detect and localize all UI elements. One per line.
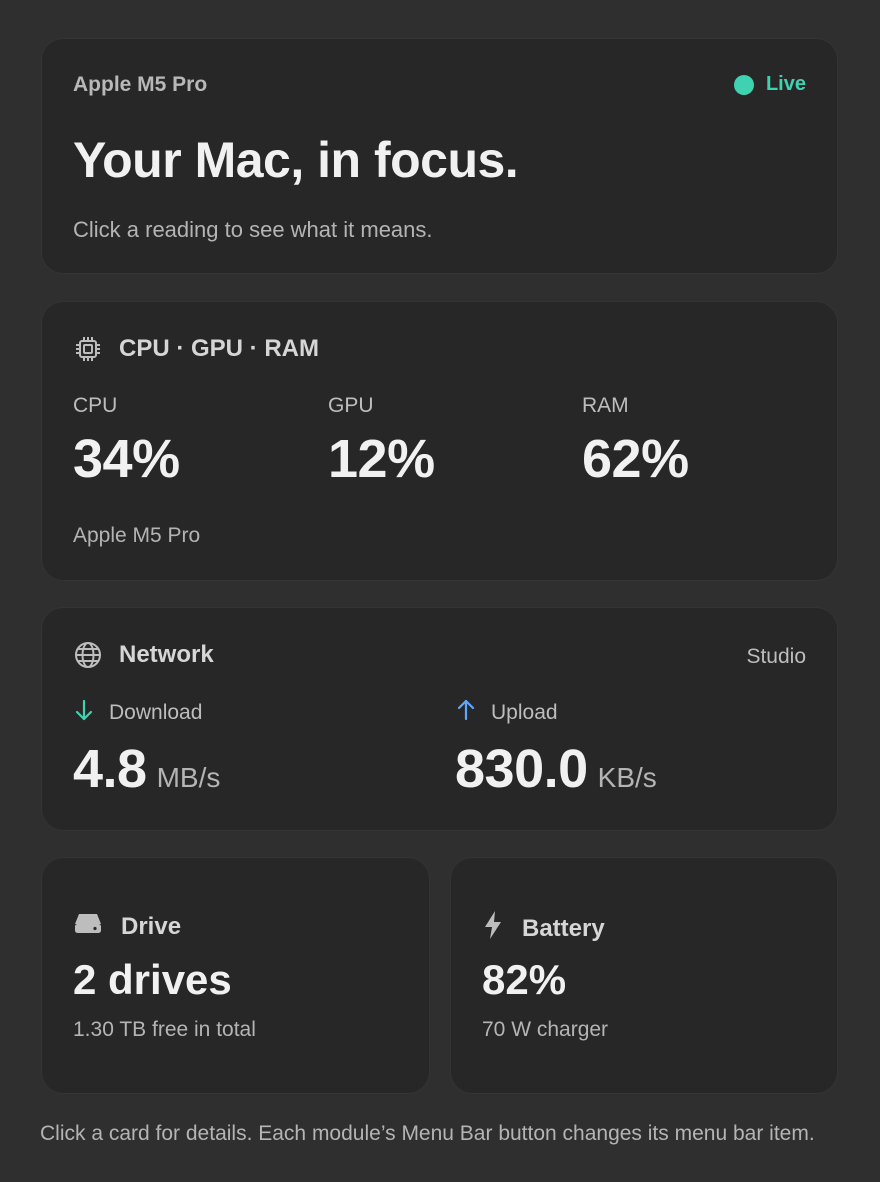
cpu-chip-name: Apple M5 Pro xyxy=(73,524,201,547)
metric-cpu[interactable]: CPU 34% xyxy=(73,394,180,490)
battery-card[interactable]: Battery 82% 70 W charger xyxy=(450,857,838,1094)
metric-label: CPU xyxy=(73,394,118,417)
upload-value: 830.0 KB/s xyxy=(455,738,657,800)
download-label-row: Download xyxy=(73,698,220,728)
page-title: Your Mac, in focus. xyxy=(73,132,519,188)
upload-label: Upload xyxy=(491,701,558,724)
arrow-down-icon xyxy=(73,698,95,728)
hero-card: Apple M5 Pro Live Your Mac, in focus. Cl… xyxy=(41,38,838,274)
cpu-gpu-ram-card[interactable]: CPU · GPU · RAM CPU 34% GPU 12% RAM 62% … xyxy=(41,301,838,581)
live-dot-icon xyxy=(733,74,754,95)
drive-card-header: Drive xyxy=(73,910,181,943)
network-location: Studio xyxy=(746,645,806,668)
cpu-card-header: CPU · GPU · RAM xyxy=(73,334,319,364)
cpu-card-title: CPU · GPU · RAM xyxy=(119,335,319,362)
globe-icon xyxy=(73,640,103,670)
download-reading[interactable]: Download 4.8 MB/s xyxy=(73,698,220,800)
chip-icon xyxy=(73,334,103,364)
metric-value: 12% xyxy=(328,429,435,489)
battery-level: 82% xyxy=(482,956,567,1003)
network-card-title: Network xyxy=(119,641,214,668)
upload-label-row: Upload xyxy=(455,698,657,728)
drive-icon xyxy=(73,910,103,943)
drive-card[interactable]: Drive 2 drives 1.30 TB free in total xyxy=(41,857,430,1094)
download-unit: MB/s xyxy=(156,762,221,793)
footer-hint: Click a card for details. Each module’s … xyxy=(40,1122,815,1145)
battery-charger: 70 W charger xyxy=(482,1018,609,1041)
metric-label: RAM xyxy=(582,394,629,417)
drive-card-title: Drive xyxy=(121,912,182,940)
download-value: 4.8 MB/s xyxy=(73,738,220,800)
page-subtitle: Click a reading to see what it means. xyxy=(73,217,433,242)
battery-card-title: Battery xyxy=(522,914,605,942)
metric-ram[interactable]: RAM 62% xyxy=(582,394,689,490)
drive-free-space: 1.30 TB free in total xyxy=(73,1018,256,1041)
chip-name: Apple M5 Pro xyxy=(73,73,208,96)
upload-number: 830.0 xyxy=(455,739,588,799)
network-card[interactable]: Network Studio Download 4.8 MB/s Upload … xyxy=(41,607,838,831)
metric-label: GPU xyxy=(328,394,374,417)
battery-card-header: Battery xyxy=(482,910,605,947)
live-indicator: Live xyxy=(733,73,806,96)
download-label: Download xyxy=(109,701,203,724)
drive-count: 2 drives xyxy=(73,956,232,1003)
bolt-icon xyxy=(482,910,504,947)
metric-value: 34% xyxy=(73,429,180,489)
arrow-up-icon xyxy=(455,698,477,728)
metric-value: 62% xyxy=(582,429,689,489)
download-number: 4.8 xyxy=(73,739,147,799)
network-card-header: Network xyxy=(73,640,214,670)
upload-unit: KB/s xyxy=(597,762,657,793)
live-label: Live xyxy=(765,73,806,95)
upload-reading[interactable]: Upload 830.0 KB/s xyxy=(455,698,657,800)
metric-gpu[interactable]: GPU 12% xyxy=(328,394,435,490)
